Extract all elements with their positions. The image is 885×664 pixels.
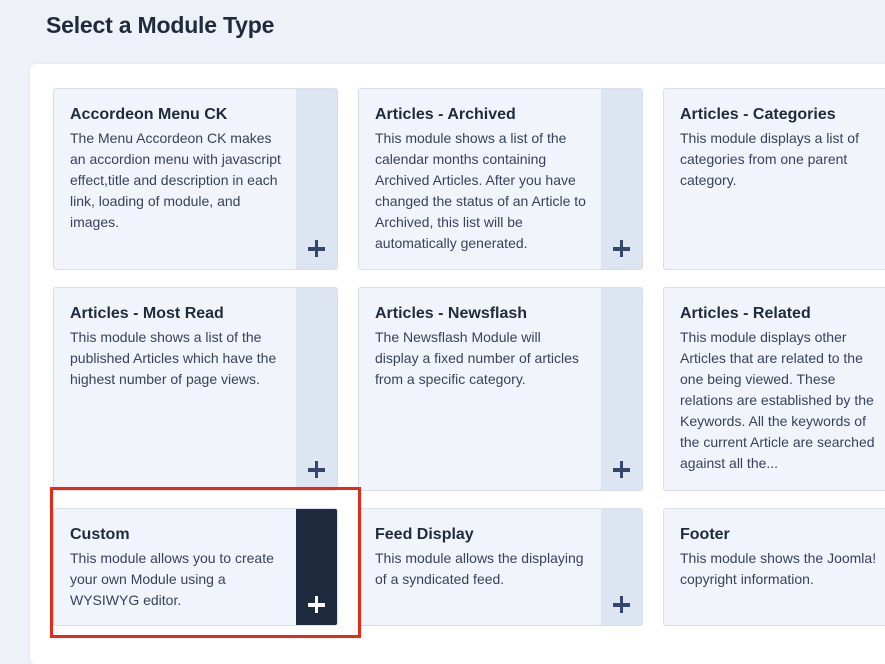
module-description: This module shows a list of the publishe… (70, 329, 277, 387)
module-card-custom[interactable]: Custom This module allows you to create … (53, 508, 338, 626)
plus-icon (601, 458, 642, 482)
add-module-button[interactable] (296, 288, 337, 490)
module-description: This module displays a list of categorie… (680, 130, 859, 188)
module-description: The Menu Accordeon CK makes an accordion… (70, 130, 281, 230)
add-module-button[interactable] (296, 89, 337, 269)
module-title: Articles - Most Read (70, 305, 224, 322)
module-card-articles-newsflash[interactable]: Articles - Newsflash The Newsflash Modul… (358, 287, 643, 491)
plus-icon (296, 593, 337, 617)
module-description: This module shows the Joomla! copyright … (680, 550, 877, 587)
module-title: Feed Display (375, 526, 474, 543)
module-title: Footer (680, 526, 730, 543)
module-description: This module allows you to create your ow… (70, 550, 274, 608)
module-description: This module allows the displaying of a s… (375, 550, 584, 587)
add-module-button[interactable] (601, 509, 642, 625)
module-card-feed-display[interactable]: Feed Display This module allows the disp… (358, 508, 643, 626)
module-description: This module displays other Articles that… (680, 329, 875, 471)
module-title: Articles - Categories (680, 106, 836, 123)
page-title: Select a Module Type (46, 12, 275, 38)
module-title: Articles - Newsflash (375, 305, 528, 322)
module-description: This module shows a list of the calendar… (375, 130, 586, 251)
module-title: Articles - Archived (375, 106, 516, 123)
module-card-footer[interactable]: Footer This module shows the Joomla! cop… (663, 508, 885, 626)
plus-icon (296, 458, 337, 482)
module-description: The Newsflash Module will display a fixe… (375, 329, 579, 387)
plus-icon (601, 593, 642, 617)
module-card-articles-categories[interactable]: Articles - Categories This module displa… (663, 88, 885, 270)
module-card-articles-related[interactable]: Articles - Related This module displays … (663, 287, 885, 491)
module-card-articles-archived[interactable]: Articles - Archived This module shows a … (358, 88, 643, 270)
module-title: Custom (70, 526, 130, 543)
module-card-articles-most-read[interactable]: Articles - Most Read This module shows a… (53, 287, 338, 491)
module-card-accordeon-menu-ck[interactable]: Accordeon Menu CK The Menu Accordeon CK … (53, 88, 338, 270)
plus-icon (601, 237, 642, 261)
plus-icon (296, 237, 337, 261)
add-module-button[interactable] (601, 89, 642, 269)
module-title: Accordeon Menu CK (70, 106, 228, 123)
add-module-button[interactable] (296, 509, 337, 625)
add-module-button[interactable] (601, 288, 642, 490)
module-title: Articles - Related (680, 305, 811, 322)
